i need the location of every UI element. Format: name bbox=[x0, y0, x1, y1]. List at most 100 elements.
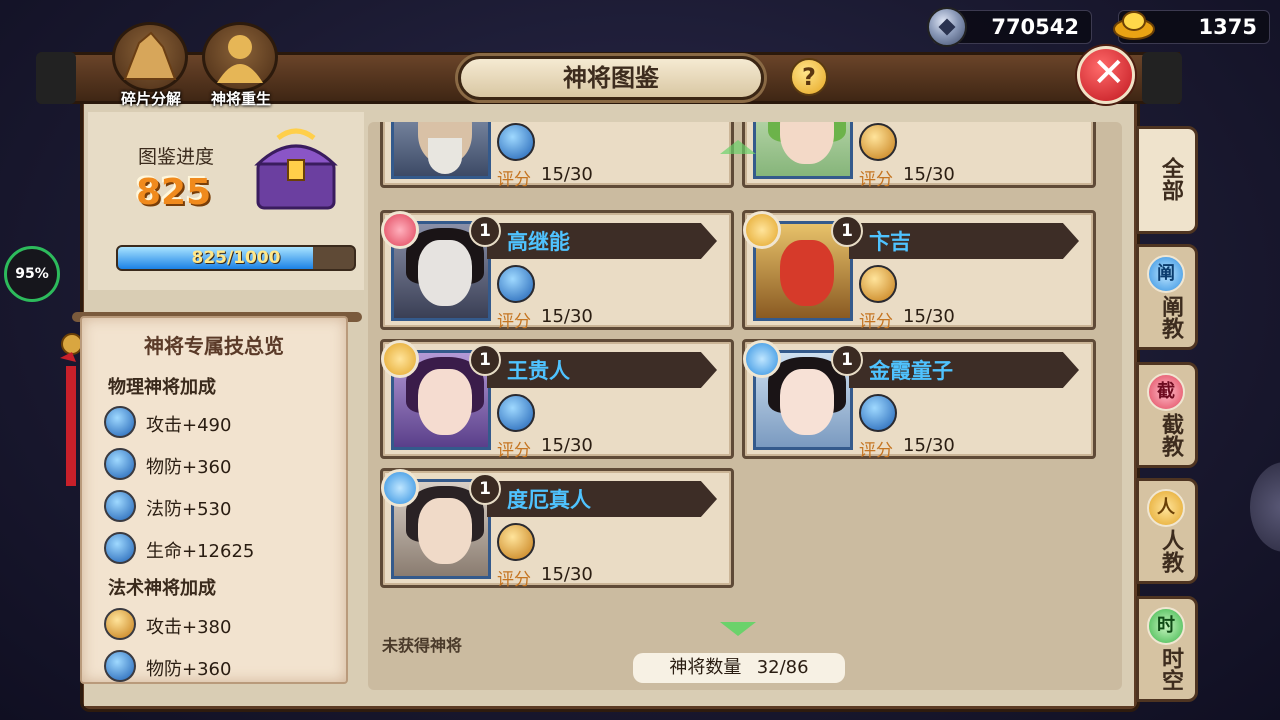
scroll-down-arrow-icon[interactable] bbox=[720, 622, 756, 636]
buff-text: 攻击+380 bbox=[146, 617, 232, 638]
rating-value: 15/30 bbox=[541, 435, 593, 456]
tab-all[interactable]: 全部 bbox=[1136, 126, 1198, 234]
close-x-icon: ✕ bbox=[1092, 50, 1126, 96]
shikong-faction-icon: 时 bbox=[1147, 607, 1185, 645]
rating-label: 评分 bbox=[497, 312, 531, 332]
level-badge: 1 bbox=[469, 344, 501, 376]
general-portrait bbox=[391, 122, 491, 179]
rating-value: 15/30 bbox=[903, 435, 955, 456]
tab-jiejiao[interactable]: 截 截教 bbox=[1136, 362, 1198, 468]
general-count: 神将数量 32/86 bbox=[633, 653, 845, 683]
portrait-face bbox=[780, 122, 834, 164]
rating-label: 评分 bbox=[859, 170, 893, 190]
gold-skill-icon[interactable] bbox=[859, 265, 897, 303]
red-faction-icon bbox=[381, 211, 419, 249]
side-float-button[interactable] bbox=[1250, 462, 1280, 552]
rating-label: 评分 bbox=[497, 170, 531, 190]
blue-skill-icon[interactable] bbox=[497, 394, 535, 432]
red-tassel-icon bbox=[60, 333, 80, 486]
magic-bonus-heading: 法术神将加成 bbox=[108, 578, 216, 599]
skills-overview-title: 神将专属技总览 bbox=[144, 334, 284, 358]
blue-faction-icon bbox=[743, 340, 781, 378]
blue-skill-icon bbox=[104, 448, 136, 480]
decompose-fragments-button[interactable]: 碎片分解 bbox=[106, 88, 196, 109]
general-card[interactable]: 评分 15/30 bbox=[380, 122, 734, 190]
blue-skill-icon bbox=[104, 650, 136, 682]
blue-skill-icon bbox=[104, 406, 136, 438]
general-name: 王贵人 bbox=[507, 359, 570, 383]
blue-skill-icon bbox=[104, 532, 136, 564]
general-card-jinxia-tongzi[interactable]: 金霞童子 1 评分 15/30 bbox=[742, 339, 1096, 461]
ren-faction-icon: 人 bbox=[1147, 489, 1185, 527]
general-card-wang-guiren[interactable]: 王贵人 1 评分 15/30 bbox=[380, 339, 734, 461]
progress-label: 图鉴进度 bbox=[138, 146, 215, 168]
buff-text: 物防+360 bbox=[146, 659, 232, 680]
level-badge: 1 bbox=[469, 473, 501, 505]
purple-treasure-chest-icon[interactable] bbox=[248, 124, 344, 214]
page-title: 神将图鉴 bbox=[458, 56, 764, 100]
buff-text: 攻击+490 bbox=[146, 415, 232, 436]
unobtained-section-label: 未获得神将 bbox=[382, 636, 463, 655]
tab-renjiao[interactable]: 人 人教 bbox=[1136, 478, 1198, 584]
close-button[interactable]: ✕ bbox=[1077, 46, 1135, 104]
gold-ingot-icon bbox=[1113, 11, 1155, 40]
rating-value: 15/30 bbox=[903, 164, 955, 185]
gold-skill-icon[interactable] bbox=[859, 123, 897, 161]
silver-coin-icon bbox=[927, 7, 967, 47]
silver-amount: 770542 bbox=[991, 15, 1079, 39]
tab-shikong-label: 时空 bbox=[1158, 647, 1183, 691]
level-badge: 1 bbox=[469, 215, 501, 247]
portrait-face bbox=[418, 240, 472, 306]
rating-label: 评分 bbox=[859, 441, 893, 461]
rebirth-button[interactable]: 神将重生 bbox=[196, 88, 286, 109]
red-fox-mask bbox=[780, 240, 834, 306]
percent-badge[interactable]: 95% bbox=[4, 246, 60, 302]
blue-faction-icon bbox=[381, 469, 419, 507]
general-count-label: 神将数量 bbox=[669, 657, 742, 678]
physical-bonus-heading: 物理神将加成 bbox=[108, 377, 216, 398]
rating-value: 15/30 bbox=[903, 306, 955, 327]
buff-text: 法防+530 bbox=[146, 499, 232, 520]
chan-faction-icon: 阐 bbox=[1147, 255, 1185, 293]
gold-skill-icon bbox=[104, 608, 136, 640]
general-card-bian-ji[interactable]: 卞吉 1 评分 15/30 bbox=[742, 210, 1096, 332]
general-card-gao-jineng[interactable]: 高继能 1 评分 15/30 bbox=[380, 210, 734, 332]
blue-skill-icon[interactable] bbox=[859, 394, 897, 432]
fragment-pile-icon[interactable] bbox=[112, 22, 188, 92]
gold-faction-icon bbox=[381, 340, 419, 378]
gold-faction-icon bbox=[743, 211, 781, 249]
portrait-face bbox=[780, 369, 834, 435]
rating-value: 15/30 bbox=[541, 306, 593, 327]
rating-label: 评分 bbox=[859, 312, 893, 332]
level-badge: 1 bbox=[831, 344, 863, 376]
level-badge: 1 bbox=[831, 215, 863, 247]
general-portrait bbox=[753, 122, 853, 179]
tab-chanjiao[interactable]: 阐 阐教 bbox=[1136, 244, 1198, 350]
tab-chanjiao-label: 阐教 bbox=[1158, 295, 1183, 339]
gold-skill-icon[interactable] bbox=[497, 523, 535, 561]
white-beard bbox=[428, 138, 462, 174]
rebirth-figure-icon[interactable] bbox=[202, 22, 278, 92]
header-bar-right-cap bbox=[1142, 52, 1182, 104]
general-card[interactable]: 评分 15/30 bbox=[742, 122, 1096, 190]
general-name: 高继能 bbox=[507, 230, 570, 254]
rating-value: 15/30 bbox=[541, 564, 593, 585]
skills-overview-scroll[interactable]: 神将专属技总览 物理神将加成 攻击+490 物防+360 法防+530 生命+1… bbox=[80, 316, 348, 684]
scroll-up-arrow-icon[interactable] bbox=[720, 140, 756, 154]
help-button[interactable]: ? bbox=[790, 58, 828, 96]
general-list[interactable]: 评分 15/30 评分 15/30 高继能 1 评分 15/30 卞吉 1 评分… bbox=[368, 122, 1122, 690]
portrait-face bbox=[418, 498, 472, 564]
general-card-due-zhenren[interactable]: 度厄真人 1 评分 15/30 bbox=[380, 468, 734, 590]
buff-text: 生命+12625 bbox=[146, 541, 255, 562]
tab-all-label: 全部 bbox=[1158, 157, 1183, 201]
progress-bar: 825/1000 bbox=[116, 245, 356, 271]
general-name: 度厄真人 bbox=[507, 488, 591, 512]
jie-faction-icon: 截 bbox=[1147, 373, 1185, 411]
blue-skill-icon[interactable] bbox=[497, 265, 535, 303]
header-bar-left-cap bbox=[36, 52, 76, 104]
gold-currency: 1375 bbox=[1113, 10, 1270, 44]
rating-label: 评分 bbox=[497, 441, 531, 461]
silver-currency: 770542 bbox=[927, 7, 1092, 47]
tab-shikong[interactable]: 时 时空 bbox=[1136, 596, 1198, 702]
blue-skill-icon[interactable] bbox=[497, 123, 535, 161]
